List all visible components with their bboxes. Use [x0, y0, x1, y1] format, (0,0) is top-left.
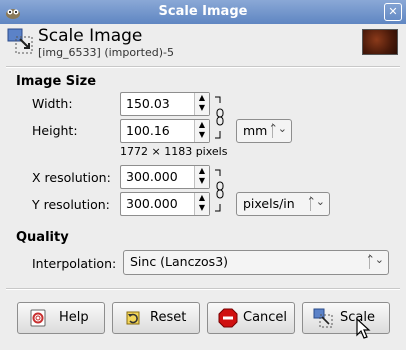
reset-button[interactable]: Reset [112, 302, 200, 334]
quality-heading: Quality [16, 230, 69, 245]
height-stepper[interactable]: ▲ ▼ [194, 120, 209, 142]
title-bar[interactable]: Scale Image ✕ [0, 0, 406, 25]
width-label: Width: [32, 96, 73, 111]
reset-label: Reset [150, 310, 187, 325]
y-resolution-stepper[interactable]: ▲ ▼ [194, 193, 209, 215]
dialog-title: Scale Image [38, 26, 143, 46]
chain-link-icon[interactable] [213, 168, 227, 213]
resolution-unit-select[interactable]: pixels/in ⌃⌄ [236, 192, 330, 216]
height-value: 100.16 [126, 123, 170, 138]
x-resolution-stepper[interactable]: ▲ ▼ [194, 166, 209, 188]
size-unit-value: mm [243, 123, 268, 138]
scale-icon [313, 308, 333, 328]
x-resolution-label: X resolution: [32, 170, 111, 185]
y-resolution-field[interactable]: 300.000 ▲ ▼ [120, 192, 210, 216]
width-value: 150.03 [126, 96, 170, 111]
image-size-heading: Image Size [16, 74, 97, 89]
y-resolution-value: 300.000 [126, 196, 178, 211]
x-resolution-value: 300.000 [126, 169, 178, 184]
chevron-updown-icon: ⌃⌄ [268, 122, 287, 135]
cancel-button[interactable]: Cancel [207, 302, 295, 334]
image-name: [img_6533] (imported)-5 [38, 46, 174, 59]
interpolation-select[interactable]: Sinc (Lanczos3) ⌃⌄ [123, 250, 389, 275]
help-icon [30, 309, 46, 327]
chevron-updown-icon: ⌃⌄ [306, 195, 325, 208]
cancel-icon [218, 308, 238, 328]
dialog-header: Scale Image [img_6533] (imported)-5 [0, 24, 406, 64]
interpolation-label: Interpolation: [32, 256, 117, 271]
reset-icon [126, 311, 140, 325]
width-stepper[interactable]: ▲ ▼ [194, 93, 209, 115]
window-title: Scale Image [158, 4, 248, 19]
scale-icon [7, 28, 33, 54]
scale-button[interactable]: Scale [302, 302, 390, 334]
size-unit-select[interactable]: mm ⌃⌄ [236, 119, 292, 143]
cancel-label: Cancel [243, 310, 288, 325]
chain-link-icon[interactable] [213, 95, 227, 140]
help-button[interactable]: Help [17, 302, 105, 334]
close-icon[interactable]: ✕ [384, 3, 402, 21]
y-resolution-label: Y resolution: [32, 197, 110, 212]
x-resolution-field[interactable]: 300.000 ▲ ▼ [120, 165, 210, 189]
height-label: Height: [32, 123, 78, 138]
help-label: Help [59, 310, 89, 325]
button-divider [6, 288, 400, 290]
width-field[interactable]: 150.03 ▲ ▼ [120, 92, 210, 116]
mouse-cursor-icon [356, 318, 371, 339]
resolution-unit-value: pixels/in [243, 196, 295, 211]
interpolation-value: Sinc (Lanczos3) [130, 254, 229, 269]
chevron-updown-icon: ⌃⌄ [365, 253, 384, 266]
header-divider [6, 66, 400, 68]
pixel-dimensions: 1772 × 1183 pixels [120, 145, 228, 158]
image-thumbnail [362, 29, 398, 55]
height-field[interactable]: 100.16 ▲ ▼ [120, 119, 210, 143]
